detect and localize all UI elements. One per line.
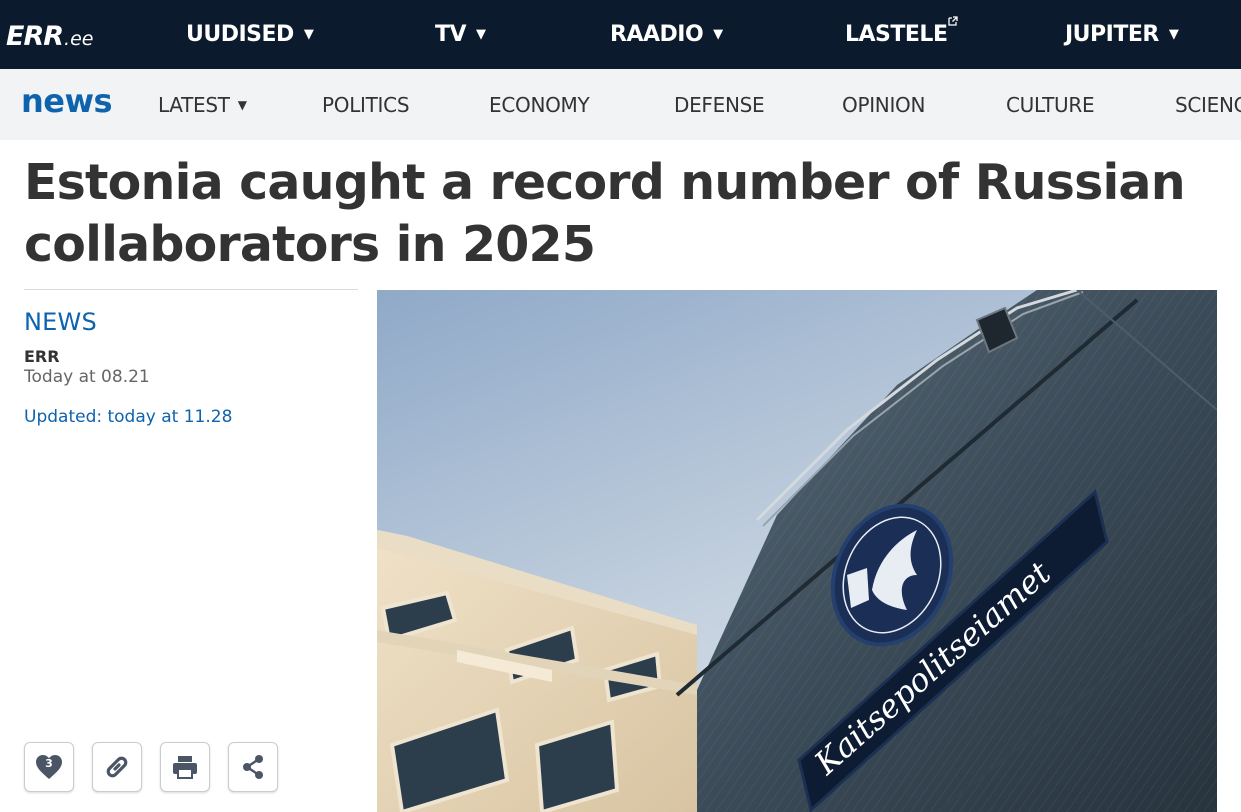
top-bar: ERR .ee UUDISED ▼ TV ▼ RAADIO ▼ LASTELE …: [0, 0, 1241, 69]
logo-ee-text: .ee: [64, 28, 94, 50]
like-button[interactable]: 3: [24, 742, 74, 792]
topnav-label: JUPITER: [1065, 22, 1159, 47]
article-actions: 3: [24, 742, 296, 792]
topnav-item-tv[interactable]: TV ▼: [435, 0, 486, 69]
caret-down-icon: ▼: [303, 27, 314, 42]
print-button[interactable]: [160, 742, 210, 792]
news-brand-logo[interactable]: news: [21, 82, 113, 120]
copy-link-button[interactable]: [92, 742, 142, 792]
subnav-item-culture[interactable]: CULTURE: [1006, 69, 1095, 140]
err-logo[interactable]: ERR .ee: [6, 18, 93, 52]
topnav-label: LASTELE: [845, 22, 948, 47]
link-icon: [106, 756, 128, 778]
caret-down-icon: ▼: [237, 97, 247, 112]
external-link-icon: [948, 15, 959, 26]
caret-down-icon: ▼: [476, 27, 486, 42]
subnav-label: LATEST: [158, 92, 230, 117]
article-updated-time: Updated: today at 11.28: [24, 407, 233, 427]
section-nav: news LATEST ▼ POLITICS ECONOMY DEFENSE O…: [0, 69, 1241, 140]
share-button[interactable]: [228, 742, 278, 792]
topnav-item-raadio[interactable]: RAADIO ▼: [610, 0, 723, 69]
topnav-item-lastele[interactable]: LASTELE: [845, 0, 959, 69]
topnav-item-jupiter[interactable]: JUPITER ▼: [1065, 0, 1179, 69]
topnav-label: TV: [435, 22, 467, 47]
logo-err-text: ERR: [6, 21, 64, 52]
subnav-item-economy[interactable]: ECONOMY: [489, 69, 590, 140]
topnav-label: UUDISED: [186, 22, 294, 47]
article-author: ERR: [24, 347, 60, 366]
subnav-item-latest[interactable]: LATEST ▼: [158, 69, 247, 140]
article-category-link[interactable]: NEWS: [24, 308, 97, 336]
share-icon: [243, 755, 263, 779]
subnav-item-politics[interactable]: POLITICS: [322, 69, 410, 140]
article-published-time: Today at 08.21: [24, 367, 150, 387]
subnav-item-opinion[interactable]: OPINION: [842, 69, 925, 140]
like-count: 3: [45, 757, 53, 770]
topnav-label: RAADIO: [610, 22, 704, 47]
printer-icon: [173, 756, 197, 779]
article-headline: Estonia caught a record number of Russia…: [24, 154, 1186, 273]
topnav-item-uudised[interactable]: UUDISED ▼: [186, 0, 314, 69]
subnav-item-science[interactable]: SCIENCE: [1175, 69, 1241, 140]
kapo-building-photo: Kaitsepolitseiamet: [377, 290, 1217, 812]
caret-down-icon: ▼: [1168, 27, 1179, 42]
subnav-item-defense[interactable]: DEFENSE: [674, 69, 765, 140]
article-hero-image[interactable]: Kaitsepolitseiamet: [377, 290, 1217, 812]
caret-down-icon: ▼: [713, 27, 723, 42]
meta-divider: [24, 289, 358, 290]
